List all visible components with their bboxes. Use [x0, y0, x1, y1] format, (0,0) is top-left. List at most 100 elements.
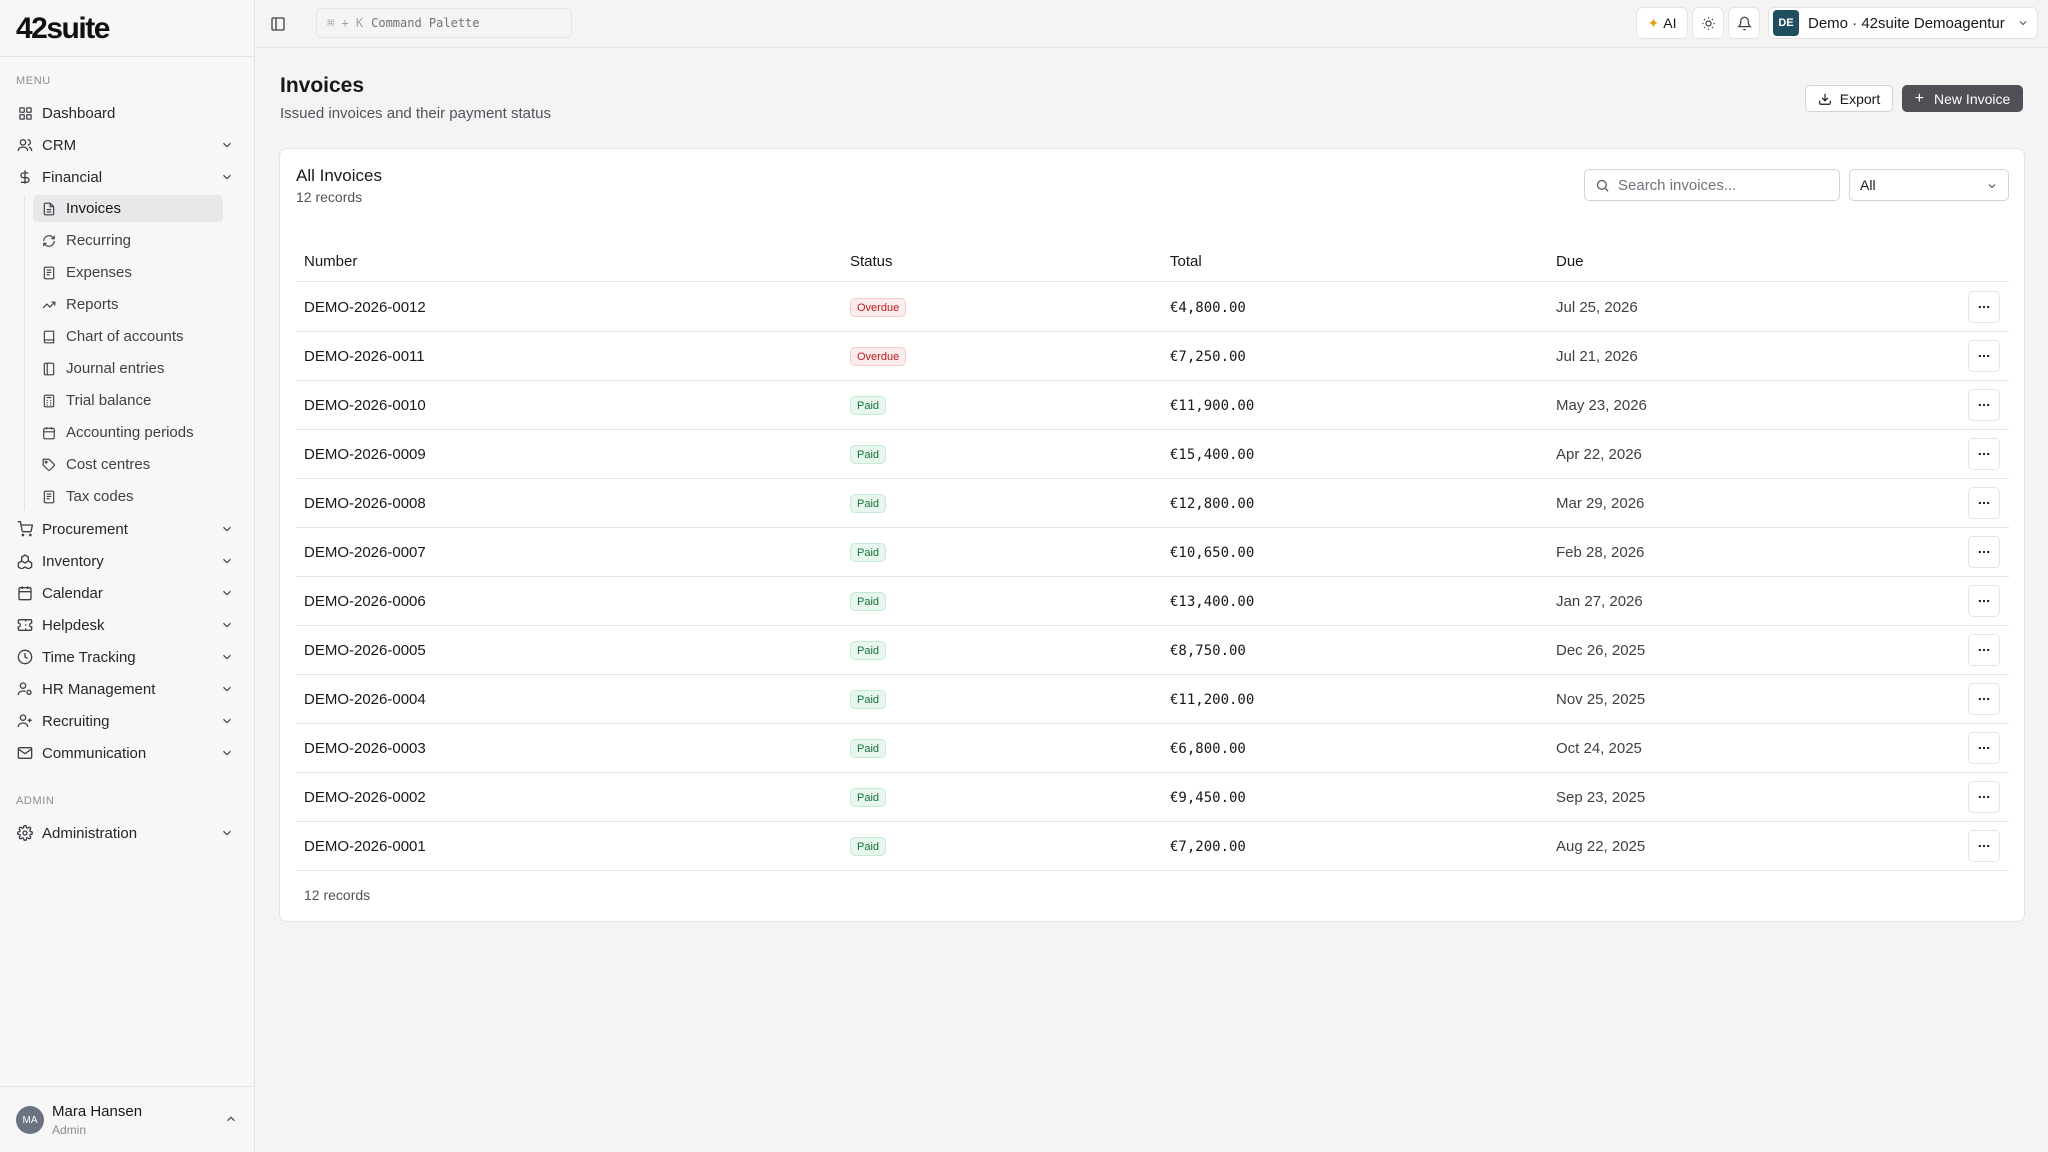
invoice-number[interactable]: DEMO-2026-0009: [304, 446, 426, 463]
sidebar-subitem-chart-of-accounts[interactable]: Chart of accounts: [33, 323, 223, 350]
sidebar-item-communication[interactable]: Communication: [8, 739, 246, 767]
invoice-total: €13,400.00: [1170, 594, 1255, 610]
command-palette-button[interactable]: ⌘ + K Command Palette: [316, 8, 572, 38]
more-horizontal-icon: [1978, 599, 1990, 603]
column-header-number[interactable]: Number: [304, 253, 357, 270]
invoice-number[interactable]: DEMO-2026-0007: [304, 544, 426, 561]
notifications-button[interactable]: [1728, 7, 1760, 39]
table-row[interactable]: DEMO-2026-0004 Paid €11,200.00 Nov 25, 2025: [296, 675, 2009, 724]
invoice-total: €15,400.00: [1170, 447, 1255, 463]
sidebar-item-helpdesk[interactable]: Helpdesk: [8, 611, 246, 639]
panel-left-icon: [271, 17, 285, 31]
invoice-number[interactable]: DEMO-2026-0003: [304, 740, 426, 757]
sidebar-item-hr-management[interactable]: HR Management: [8, 675, 246, 703]
submenu-guide-line: [24, 196, 25, 510]
avatar[interactable]: MA: [16, 1106, 44, 1134]
row-actions-button[interactable]: [1968, 389, 2000, 421]
column-header-total[interactable]: Total: [1170, 253, 1202, 270]
sidebar-toggle-button[interactable]: [266, 12, 290, 36]
chevron-down-icon: [223, 718, 231, 724]
table-row[interactable]: DEMO-2026-0010 Paid €11,900.00 May 23, 2026: [296, 381, 2009, 430]
sidebar-subitem-trial-balance[interactable]: Trial balance: [33, 387, 223, 414]
row-actions-button[interactable]: [1968, 732, 2000, 764]
export-button[interactable]: Export: [1805, 85, 1893, 112]
row-actions-button[interactable]: [1968, 683, 2000, 715]
table-row[interactable]: DEMO-2026-0008 Paid €12,800.00 Mar 29, 2026: [296, 479, 2009, 528]
search-placeholder: Search invoices...: [1618, 176, 1737, 194]
sidebar-item-procurement[interactable]: Procurement: [8, 515, 246, 543]
sidebar-subitem-expenses[interactable]: Expenses: [33, 259, 223, 286]
menu-section-label: MENU: [16, 75, 51, 87]
sidebar-item-time-tracking[interactable]: Time Tracking: [8, 643, 246, 671]
theme-toggle-button[interactable]: [1692, 7, 1724, 39]
search-icon: [1596, 179, 1609, 192]
sidebar-subitem-journal-entries[interactable]: Journal entries: [33, 355, 223, 382]
new-invoice-button[interactable]: + New Invoice: [1902, 85, 2023, 112]
chevron-down-icon: [223, 590, 231, 596]
row-actions-button[interactable]: [1968, 585, 2000, 617]
invoice-number[interactable]: DEMO-2026-0010: [304, 397, 426, 414]
chevron-down-icon: [1988, 184, 1996, 189]
table-row[interactable]: DEMO-2026-0012 Overdue €4,800.00 Jul 25, 20…: [296, 283, 2009, 332]
table-row[interactable]: DEMO-2026-0002 Paid €9,450.00 Sep 23, 2025: [296, 773, 2009, 822]
invoice-number[interactable]: DEMO-2026-0002: [304, 789, 426, 806]
invoice-number[interactable]: DEMO-2026-0004: [304, 691, 426, 708]
invoice-due-date: May 23, 2026: [1556, 397, 1647, 414]
row-actions-button[interactable]: [1968, 438, 2000, 470]
sidebar-subitem-invoices[interactable]: Invoices: [33, 195, 223, 222]
status-badge: Paid: [850, 592, 887, 611]
sidebar-item-dashboard[interactable]: Dashboard: [8, 99, 246, 127]
table-row[interactable]: DEMO-2026-0009 Paid €15,400.00 Apr 22, 2026: [296, 430, 2009, 479]
invoice-number[interactable]: DEMO-2026-0005: [304, 642, 426, 659]
sidebar-subitem-cost-centres[interactable]: Cost centres: [33, 451, 223, 478]
invoice-number[interactable]: DEMO-2026-0001: [304, 838, 426, 855]
table-row[interactable]: DEMO-2026-0011 Overdue €7,250.00 Jul 21, 20…: [296, 332, 2009, 381]
column-header-status[interactable]: Status: [850, 253, 893, 270]
sidebar-subitem-reports[interactable]: Reports: [33, 291, 223, 318]
table-row[interactable]: DEMO-2026-0006 Paid €13,400.00 Jan 27, 2026: [296, 577, 2009, 626]
row-actions-button[interactable]: [1968, 291, 2000, 323]
receipt-icon: [41, 489, 57, 505]
invoice-number[interactable]: DEMO-2026-0011: [304, 348, 425, 365]
more-horizontal-icon: [1978, 305, 1990, 309]
sidebar-item-administration[interactable]: Administration: [8, 819, 246, 847]
row-actions-button[interactable]: [1968, 781, 2000, 813]
status-filter-select[interactable]: All: [1849, 169, 2009, 201]
sidebar-item-financial[interactable]: Financial: [8, 163, 246, 191]
table-row[interactable]: DEMO-2026-0003 Paid €6,800.00 Oct 24, 2025: [296, 724, 2009, 773]
more-horizontal-icon: [1978, 550, 1990, 554]
sidebar-subitem-recurring[interactable]: Recurring: [33, 227, 223, 254]
invoice-total: €8,750.00: [1170, 643, 1246, 659]
sidebar-item-inventory[interactable]: Inventory: [8, 547, 246, 575]
status-badge: Paid: [850, 788, 887, 807]
status-badge: Paid: [850, 494, 887, 513]
search-input[interactable]: Search invoices...: [1584, 169, 1840, 201]
sidebar-item-recruiting[interactable]: Recruiting: [8, 707, 246, 735]
organization-switcher[interactable]: DE Demo · 42suite Demoagentur: [1768, 7, 2038, 39]
chevron-up-icon[interactable]: [224, 1112, 238, 1126]
user-name[interactable]: Mara Hansen: [52, 1103, 142, 1120]
status-badge: Overdue: [850, 298, 907, 317]
row-actions-button[interactable]: [1968, 487, 2000, 519]
column-header-due[interactable]: Due: [1556, 253, 1584, 270]
chevron-down-icon: [223, 526, 231, 532]
table-row[interactable]: DEMO-2026-0007 Paid €10,650.00 Feb 28, 2026: [296, 528, 2009, 577]
calendar-icon: [41, 425, 57, 441]
table-row[interactable]: DEMO-2026-0005 Paid €8,750.00 Dec 26, 2025: [296, 626, 2009, 675]
table-row[interactable]: DEMO-2026-0001 Paid €7,200.00 Aug 22, 2025: [296, 822, 2009, 871]
app-logo[interactable]: 42suite: [16, 12, 110, 46]
grid-icon: [16, 104, 34, 122]
invoice-number[interactable]: DEMO-2026-0012: [304, 299, 426, 316]
invoice-number[interactable]: DEMO-2026-0006: [304, 593, 426, 610]
row-actions-button[interactable]: [1968, 634, 2000, 666]
sidebar-subitem-tax-codes[interactable]: Tax codes: [33, 483, 223, 510]
row-actions-button[interactable]: [1968, 830, 2000, 862]
sidebar-item-crm[interactable]: CRM: [8, 131, 246, 159]
invoice-number[interactable]: DEMO-2026-0008: [304, 495, 426, 512]
invoices-card: All Invoices 12 records Search invoices.…: [279, 148, 2025, 922]
sidebar-subitem-accounting-periods[interactable]: Accounting periods: [33, 419, 223, 446]
sidebar-item-calendar[interactable]: Calendar: [8, 579, 246, 607]
row-actions-button[interactable]: [1968, 340, 2000, 372]
ai-button[interactable]: ✦ AI: [1636, 7, 1688, 39]
row-actions-button[interactable]: [1968, 536, 2000, 568]
